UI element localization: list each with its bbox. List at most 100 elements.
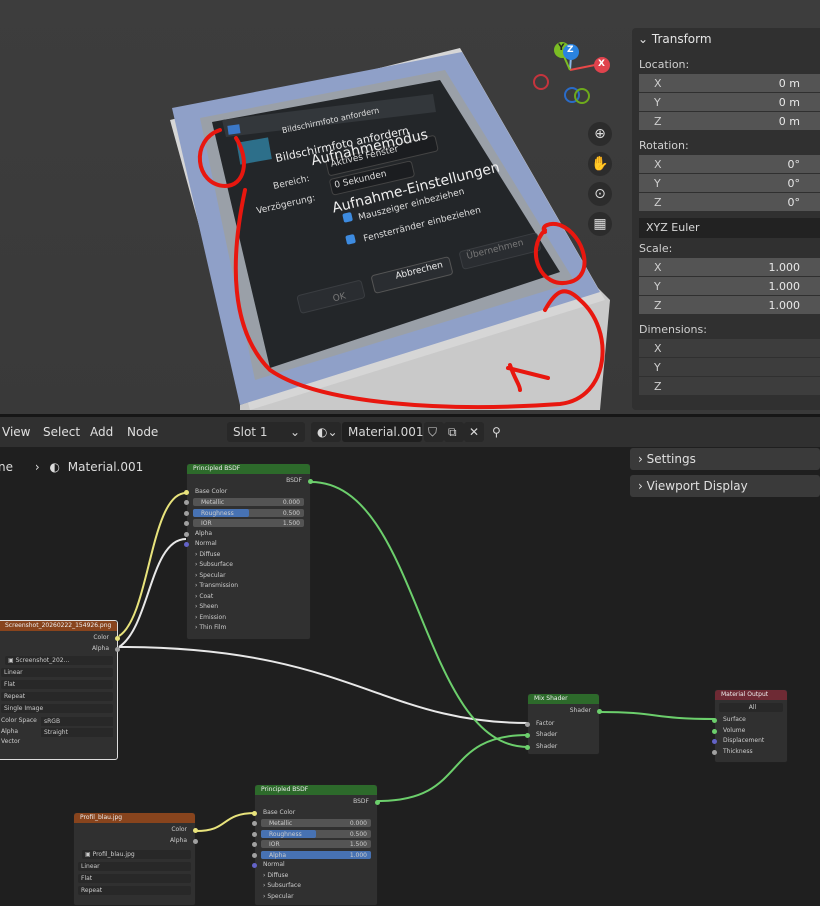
base-color-input[interactable]: Base Color xyxy=(252,808,377,819)
socket[interactable] xyxy=(184,510,189,516)
socket[interactable] xyxy=(193,828,198,833)
socket[interactable] xyxy=(115,636,120,641)
socket[interactable] xyxy=(308,479,313,484)
metallic-slider[interactable]: Metallic 0.000 xyxy=(184,497,310,508)
image-texture-node[interactable]: Screenshot_20260222_154926.png Color Alp… xyxy=(0,620,120,760)
panel-sheen[interactable]: › Sheen xyxy=(187,602,310,613)
panel-subsurface[interactable]: › Subsurface xyxy=(187,560,310,571)
grid-icon[interactable]: ▦ xyxy=(588,212,612,236)
3d-viewport[interactable]: Bildschirmfoto anfordern Bildschirmfoto … xyxy=(0,0,820,414)
base-color-input[interactable]: Base Color xyxy=(184,487,310,498)
shader-input-1[interactable]: Shader xyxy=(525,730,599,741)
rot-x-field[interactable]: X 0° xyxy=(639,155,820,174)
ior-slider[interactable]: IOR 1.500 xyxy=(184,518,310,529)
settings-panel-toggle[interactable]: › Settings xyxy=(630,448,820,470)
scl-y-field[interactable]: Y 1.000 xyxy=(639,277,820,296)
socket[interactable] xyxy=(375,800,380,805)
material-name-field[interactable]: Material.001 xyxy=(342,422,423,442)
socket[interactable] xyxy=(525,733,530,738)
loc-y-field[interactable]: Y 0 m xyxy=(639,93,820,112)
panel-transmission[interactable]: › Transmission xyxy=(187,581,310,592)
scl-z-field[interactable]: Z 1.000 xyxy=(639,296,820,315)
shader-input-2[interactable]: Shader xyxy=(525,742,599,753)
socket[interactable] xyxy=(712,718,717,723)
duplicate-icon[interactable]: ⧉ xyxy=(444,422,464,442)
gizmo-y-label[interactable]: Y xyxy=(558,43,565,53)
color-output[interactable]: Color xyxy=(0,633,120,644)
dim-x-field[interactable]: X xyxy=(639,339,820,358)
add-menu[interactable]: Add xyxy=(90,425,113,439)
interpolation-select[interactable]: Linear xyxy=(78,862,191,871)
socket[interactable] xyxy=(712,739,717,744)
socket[interactable] xyxy=(252,863,257,868)
metallic-slider[interactable]: Metallic 0.000 xyxy=(252,818,377,829)
view-menu[interactable]: View xyxy=(2,425,30,439)
image-file-field[interactable]: ▣ Screenshot_202... xyxy=(5,656,113,665)
unlink-close-icon[interactable]: ✕ xyxy=(464,422,484,442)
alpha-input[interactable]: Alpha xyxy=(184,529,310,540)
panel-coat[interactable]: › Coat xyxy=(187,592,310,603)
panel-diffuse[interactable]: › Diffuse xyxy=(255,871,377,882)
projection-select[interactable]: Flat xyxy=(78,874,191,883)
alpha-slider[interactable]: Alpha 1.000 xyxy=(252,850,377,861)
roughness-slider[interactable]: Roughness 0.500 xyxy=(184,508,310,519)
bsdf-output[interactable]: BSDF xyxy=(187,476,313,487)
dim-y-field[interactable]: Y xyxy=(639,358,820,377)
zoom-in-icon[interactable]: ⊕ xyxy=(588,122,612,146)
select-menu[interactable]: Select xyxy=(43,425,80,439)
socket[interactable] xyxy=(252,821,257,826)
socket[interactable] xyxy=(252,852,257,858)
fake-user-shield-icon[interactable]: ⛉ xyxy=(424,422,444,442)
slot-select[interactable]: Slot 1 ⌄ xyxy=(227,422,305,442)
gizmo-z-label[interactable]: Z xyxy=(567,45,574,55)
interpolation-select[interactable]: Linear xyxy=(1,668,113,677)
viewport-display-toggle[interactable]: › Viewport Display xyxy=(630,475,820,497)
panel-specular[interactable]: › Specular xyxy=(187,571,310,582)
scl-x-field[interactable]: X 1.000 xyxy=(639,258,820,277)
image-file-field[interactable]: ▣ Profil_blau.jpg xyxy=(82,850,191,859)
socket[interactable] xyxy=(712,728,717,734)
alpha-output[interactable]: Alpha xyxy=(0,644,120,655)
dim-z-field[interactable]: Z xyxy=(639,377,820,396)
socket[interactable] xyxy=(597,709,602,714)
socket[interactable] xyxy=(252,810,257,816)
bsdf-output[interactable]: BSDF xyxy=(255,797,380,808)
material-browse-button[interactable]: ◐⌄ xyxy=(311,422,341,442)
image-texture-node-2[interactable]: Profil_blau.jpg Color Alpha ▣ Profil_bla… xyxy=(73,812,198,906)
mix-shader-node[interactable]: Mix Shader Shader Factor Shader Shader xyxy=(525,693,602,755)
transform-header[interactable]: ⌄ Transform xyxy=(632,28,820,50)
camera-icon[interactable]: ⊙ xyxy=(588,182,612,206)
factor-input[interactable]: Factor xyxy=(525,719,599,730)
socket[interactable] xyxy=(184,521,189,526)
alpha-output[interactable]: Alpha xyxy=(74,836,198,847)
material-output-node[interactable]: Material Output All Surface Volume Displ… xyxy=(712,689,788,763)
hand-icon[interactable]: ✋ xyxy=(588,152,612,176)
source-select[interactable]: Single Image xyxy=(1,704,113,713)
rotation-mode-select[interactable]: XYZ Euler xyxy=(639,218,820,238)
color-output[interactable]: Color xyxy=(74,825,198,836)
socket[interactable] xyxy=(184,500,189,505)
rot-z-field[interactable]: Z 0° xyxy=(639,193,820,212)
socket[interactable] xyxy=(525,721,530,727)
panel-emission[interactable]: › Emission xyxy=(187,613,310,624)
socket[interactable] xyxy=(193,838,198,844)
loc-z-field[interactable]: Z 0 m xyxy=(639,112,820,131)
extension-select[interactable]: Repeat xyxy=(1,692,113,701)
socket[interactable] xyxy=(115,646,120,652)
socket[interactable] xyxy=(184,542,189,547)
extension-select[interactable]: Repeat xyxy=(78,886,191,895)
socket[interactable] xyxy=(252,831,257,837)
panel-thin-film[interactable]: › Thin Film xyxy=(187,623,310,634)
node-menu[interactable]: Node xyxy=(127,425,158,439)
normal-input[interactable]: Normal xyxy=(184,539,310,550)
roughness-slider[interactable]: Roughness 0.500 xyxy=(252,829,377,840)
ior-slider[interactable]: IOR 1.500 xyxy=(252,839,377,850)
rot-y-field[interactable]: Y 0° xyxy=(639,174,820,193)
socket[interactable] xyxy=(184,531,189,537)
displacement-input[interactable]: Displacement xyxy=(712,736,787,747)
vector-input[interactable]: Vector xyxy=(0,737,117,748)
output-target-select[interactable]: All xyxy=(719,703,783,712)
shader-output[interactable]: Shader xyxy=(528,706,602,717)
socket[interactable] xyxy=(184,489,189,495)
alpha-mode-row[interactable]: Alpha Straight xyxy=(0,727,117,738)
